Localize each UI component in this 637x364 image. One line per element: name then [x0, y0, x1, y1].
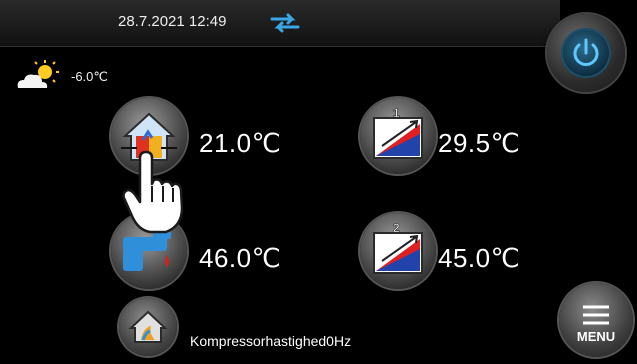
heating-circuit-1-icon: 1	[373, 106, 423, 159]
svg-text:1: 1	[393, 106, 400, 120]
top-bar: 28.7.2021 12:49	[0, 0, 560, 47]
outdoor-temperature: -6.0℃	[71, 69, 109, 84]
menu-button[interactable]: MENU	[559, 283, 633, 357]
compressor-status-text: Kompressorhastighed0Hz	[190, 333, 352, 349]
pointing-hand-icon	[120, 150, 190, 241]
hamburger-icon	[583, 305, 609, 325]
hot-water-value: 46.0℃	[199, 243, 282, 273]
room-temperature-value: 21.0℃	[199, 128, 282, 158]
heating-circuit-2-button[interactable]: 2	[360, 213, 436, 289]
sync-arrows-icon[interactable]	[270, 13, 300, 38]
partly-sunny-icon	[14, 60, 64, 99]
power-button[interactable]	[547, 14, 625, 92]
heating-circuit-1-value: 29.5℃	[438, 128, 521, 158]
power-icon	[561, 28, 611, 78]
menu-label: MENU	[576, 329, 616, 344]
heating-circuit-2-icon: 2	[373, 221, 423, 274]
heating-circuit-2-value: 45.0℃	[438, 243, 521, 273]
heating-circuit-1-button[interactable]: 1	[360, 98, 436, 174]
date-time: 28.7.2021 12:49	[118, 13, 227, 30]
heat-pump-house-icon[interactable]	[119, 298, 177, 356]
svg-text:2: 2	[393, 221, 400, 235]
